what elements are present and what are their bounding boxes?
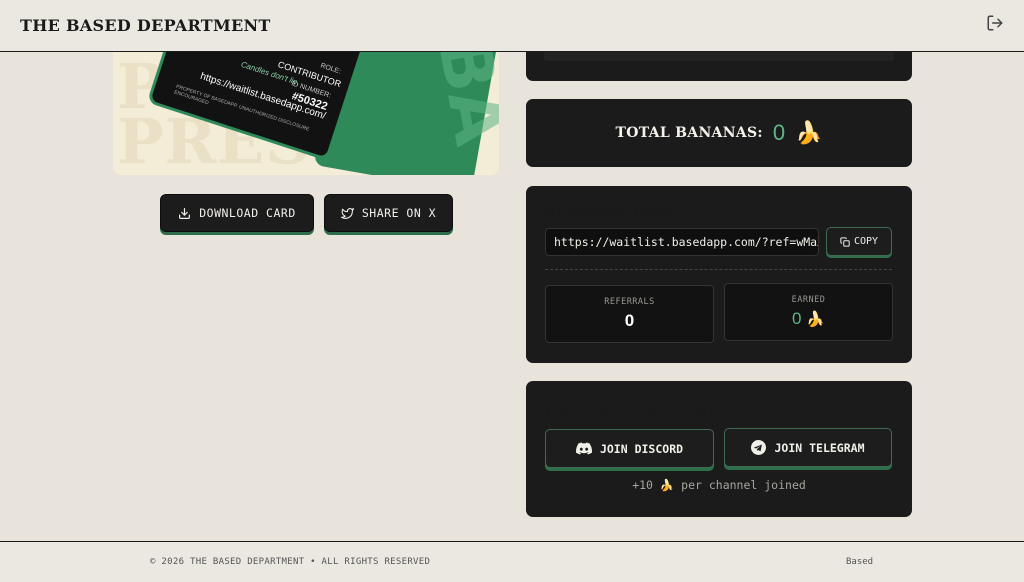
referral-link-field[interactable]: https://waitlist.basedapp.com/?ref=wMaXl… <box>545 228 819 256</box>
total-bananas-panel: TOTAL BANANAS: 0 🍌 <box>526 99 912 167</box>
share-on-x-label: SHARE ON X <box>361 206 437 220</box>
copy-link-button[interactable]: COPY <box>826 227 892 256</box>
download-card-button[interactable]: DOWNLOAD CARD <box>160 194 314 232</box>
copy-label: COPY <box>853 236 879 247</box>
site-header: THE BASED DEPARTMENT <box>0 0 1024 52</box>
banana-icon: 🍌 <box>795 120 823 145</box>
total-bananas-label: TOTAL BANANAS: <box>615 125 763 141</box>
earned-value: 0 <box>792 309 802 328</box>
referral-desk-title: REFERRAL DESK <box>545 207 677 223</box>
earned-label: EARNED <box>791 295 826 305</box>
dashed-divider <box>545 269 892 270</box>
join-telegram-label: JOIN TELEGRAM <box>774 440 865 455</box>
join-discord-button[interactable]: JOIN DISCORD <box>545 429 714 468</box>
footer-brand[interactable]: Based <box>846 557 873 567</box>
id-card-preview: PRESS PRESS BA ROLE: CONTRIBUTOR ID NUMB… <box>113 40 499 175</box>
download-icon <box>179 207 191 219</box>
discord-icon <box>575 442 592 455</box>
join-discord-label: JOIN DISCORD <box>599 441 684 456</box>
referrals-value: 0 <box>624 311 635 330</box>
brand-title[interactable]: THE BASED DEPARTMENT <box>20 16 271 35</box>
banana-icon: 🍌 <box>659 478 675 492</box>
reward-suffix: per channel joined <box>681 478 806 492</box>
site-footer: © 2026 THE BASED DEPARTMENT • ALL RIGHTS… <box>0 541 1024 582</box>
community-reward-note: +10 🍌 per channel joined <box>526 478 912 492</box>
total-bananas-value: 0 <box>772 120 786 145</box>
banana-icon: 🍌 <box>806 311 825 328</box>
reward-amount: +10 <box>632 478 653 492</box>
join-telegram-button[interactable]: JOIN TELEGRAM <box>724 428 892 467</box>
earned-value-row: 0 🍌 <box>792 309 825 329</box>
share-on-x-button[interactable]: SHARE ON X <box>324 194 453 232</box>
earned-stat: EARNED 0 🍌 <box>724 283 893 341</box>
download-card-label: DOWNLOAD CARD <box>199 206 296 220</box>
telegram-icon <box>751 440 767 455</box>
logout-icon <box>987 15 1003 31</box>
copy-icon <box>840 236 850 247</box>
referrals-stat: REFERRALS 0 <box>545 285 714 343</box>
twitter-bird-icon <box>340 207 354 219</box>
logout-button[interactable] <box>986 14 1004 37</box>
referrals-label: REFERRALS <box>604 297 655 307</box>
community-title: JOIN THE COMMUNITY <box>545 402 727 418</box>
footer-copyright: © 2026 THE BASED DEPARTMENT • ALL RIGHTS… <box>150 557 431 567</box>
